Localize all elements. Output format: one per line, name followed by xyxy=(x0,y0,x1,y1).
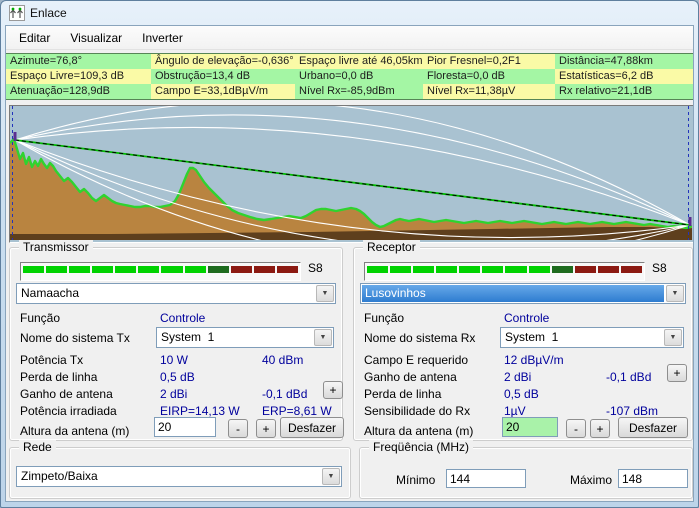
link-table-cell: Obstrução=13,4 dB xyxy=(151,69,295,84)
terrain-profile-svg xyxy=(10,106,692,240)
frequency-panel: Freqüência (MHz) Mínimo Máximo xyxy=(359,447,693,499)
receiver-panel: Receptor S8 Lusovinhos FunçãoControleNom… xyxy=(353,247,693,441)
frequency-max-label: Máximo xyxy=(570,473,612,487)
rx-fields: Função Controle Nome do sistema Rx System 1… xyxy=(354,248,692,440)
field-value: 40 dBm xyxy=(262,353,303,367)
field-label: Nome do sistema Rx xyxy=(364,331,475,345)
menu-editar[interactable]: Editar xyxy=(12,28,57,48)
link-table-row: Azimute=76,8°Ângulo de elevação=-0,636°E… xyxy=(6,54,693,69)
link-table-cell: Estatísticas=6,2 dB xyxy=(555,69,693,84)
frequency-panel-title: Freqüência (MHz) xyxy=(369,440,473,454)
network-panel: Rede Zimpeto/Baixa xyxy=(9,447,351,499)
chevron-down-icon[interactable] xyxy=(664,329,682,346)
antenna-gain-plus-button[interactable]: + xyxy=(323,381,343,399)
tx-antenna-height-label: Altura da antena (m) xyxy=(20,424,129,438)
menu-visualizar[interactable]: Visualizar xyxy=(63,28,129,48)
link-table-cell: Atenuação=128,9dB xyxy=(6,84,151,99)
field-value: ERP=8,61 W xyxy=(262,404,332,418)
link-window: Enlace Editar Visualizar Inverter Azimut… xyxy=(0,0,699,508)
window-title: Enlace xyxy=(30,6,67,20)
link-table-cell: Rx relativo=21,1dB xyxy=(555,84,693,99)
field-label: Função xyxy=(20,311,60,325)
network-selector[interactable]: Zimpeto/Baixa xyxy=(16,466,342,487)
network-value: Zimpeto/Baixa xyxy=(18,468,320,485)
rx-antenna-height-label: Altura da antena (m) xyxy=(364,424,473,438)
link-table-row: Atenuação=128,9dBCampo E=33,1dBµV/mNível… xyxy=(6,84,693,99)
field-value: 1µV xyxy=(504,404,526,418)
link-table-cell: Ângulo de elevação=-0,636° xyxy=(151,54,295,69)
chevron-down-icon[interactable] xyxy=(314,329,332,346)
tx-antenna-marker xyxy=(14,132,17,141)
rx-undo-button[interactable]: Desfazer xyxy=(618,417,688,438)
field-label: Perda de linha xyxy=(364,387,441,401)
link-table-cell: Nível Rx=11,38µV xyxy=(423,84,555,99)
link-table-cell: Floresta=0,0 dB xyxy=(423,69,555,84)
field-value: Controle xyxy=(160,311,205,325)
tx-antenna-height-input[interactable] xyxy=(154,417,216,437)
link-table: Azimute=76,8°Ângulo de elevação=-0,636°E… xyxy=(6,53,693,100)
link-table-row: Espaço Livre=109,3 dBObstrução=13,4 dBUr… xyxy=(6,69,693,84)
tx-height-increase-button[interactable]: + xyxy=(256,419,276,438)
chevron-down-icon[interactable] xyxy=(322,468,340,485)
menu-bar: Editar Visualizar Inverter xyxy=(6,26,693,50)
tx-height-decrease-button[interactable]: - xyxy=(228,419,248,438)
field-value: EIRP=14,13 W xyxy=(160,404,240,418)
menu-inverter[interactable]: Inverter xyxy=(135,28,190,48)
field-value: 2 dBi xyxy=(160,387,187,401)
field-label: Ganho de antena xyxy=(364,370,457,384)
field-label: Ganho de antena xyxy=(20,387,113,401)
link-table-cell: Nível Rx=-85,9dBm xyxy=(295,84,423,99)
frequency-min-label: Mínimo xyxy=(396,473,435,487)
link-table-cell: Distância=47,88km xyxy=(555,54,693,69)
field-value: -0,1 dBd xyxy=(262,387,307,401)
rx-antenna-marker xyxy=(689,217,692,226)
field-label: Potência irradiada xyxy=(20,404,117,418)
system-combo[interactable]: System 1 xyxy=(500,327,684,348)
field-label: Perda de linha xyxy=(20,370,97,384)
field-value: 12 dBµV/m xyxy=(504,353,564,367)
terrain-profile-chart xyxy=(9,105,694,243)
dialog-client-area: Editar Visualizar Inverter Azimute=76,8°… xyxy=(5,25,694,502)
antenna-gain-plus-button[interactable]: + xyxy=(667,364,687,382)
system-combo-value: System 1 xyxy=(502,329,662,346)
rx-antenna-height-input[interactable] xyxy=(502,417,558,437)
title-bar: Enlace xyxy=(2,1,697,25)
field-label: Função xyxy=(364,311,404,325)
tx-fields: Função Controle Nome do sistema Tx System 1… xyxy=(10,248,342,440)
link-table-cell: Espaço livre até 46,05km xyxy=(295,54,423,69)
field-value: -107 dBm xyxy=(606,404,658,418)
field-value: 0,5 dB xyxy=(504,387,539,401)
field-value: -0,1 dBd xyxy=(606,370,651,384)
field-value: 0,5 dB xyxy=(160,370,195,384)
field-value: 10 W xyxy=(160,353,188,367)
field-label: Potência Tx xyxy=(20,353,83,367)
field-label: Sensibilidade do Rx xyxy=(364,404,470,418)
link-table-cell: Urbano=0,0 dB xyxy=(295,69,423,84)
system-combo-value: System 1 xyxy=(158,329,312,346)
system-combo[interactable]: System 1 xyxy=(156,327,334,348)
field-label: Campo E requerido xyxy=(364,353,468,367)
frequency-min-input[interactable] xyxy=(446,469,526,488)
frequency-max-input[interactable] xyxy=(618,469,688,488)
transmitter-panel: Transmissor S8 Namaacha FunçãoControleNo… xyxy=(9,247,343,441)
app-icon xyxy=(9,5,25,21)
rx-height-decrease-button[interactable]: - xyxy=(566,419,586,438)
field-value: 2 dBi xyxy=(504,370,531,384)
link-table-cell: Espaço Livre=109,3 dB xyxy=(6,69,151,84)
link-table-cell: Campo E=33,1dBµV/m xyxy=(151,84,295,99)
field-value: Controle xyxy=(504,311,549,325)
link-table-cell: Pior Fresnel=0,2F1 xyxy=(423,54,555,69)
tx-undo-button[interactable]: Desfazer xyxy=(280,417,344,438)
rx-height-increase-button[interactable]: + xyxy=(590,419,610,438)
link-table-cell: Azimute=76,8° xyxy=(6,54,151,69)
network-panel-title: Rede xyxy=(19,440,56,454)
field-label: Nome do sistema Tx xyxy=(20,331,130,345)
